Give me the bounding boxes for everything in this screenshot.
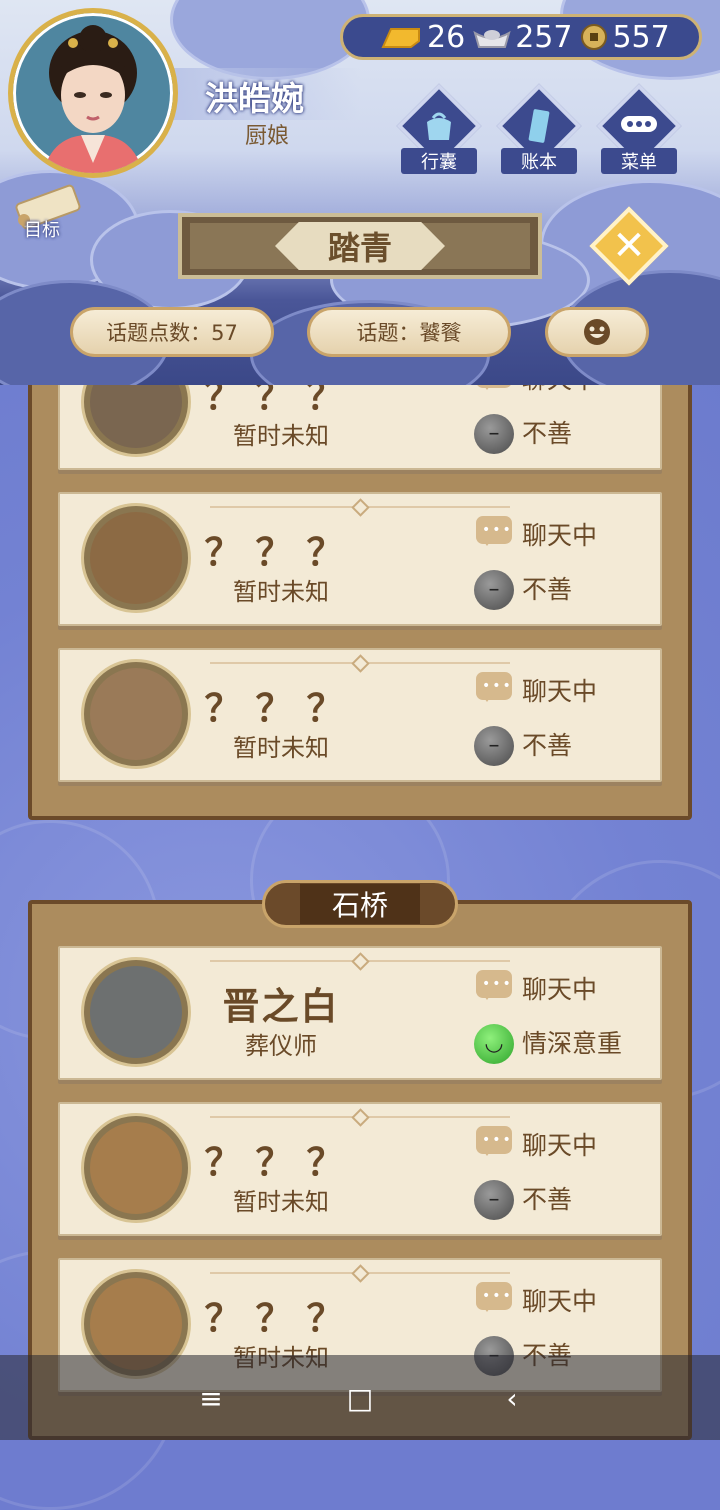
coin-currency: 557 <box>580 19 670 55</box>
ledger-button[interactable]: 账本 <box>496 83 582 174</box>
mood-neutral-icon: – <box>474 726 514 766</box>
mood-happy-icon: ◡ <box>474 1024 514 1064</box>
ledger-label: 账本 <box>501 148 577 174</box>
npc-status: 聊天中 <box>522 677 598 706</box>
silver-ingot-icon <box>473 30 511 48</box>
emote-button[interactable] <box>545 307 649 357</box>
chat-bubble-icon: ••• <box>476 516 512 546</box>
chat-bubble-icon: ••• <box>476 672 512 702</box>
copper-coin-icon <box>581 24 608 50</box>
menu-label: 菜单 <box>601 148 677 174</box>
npc-card[interactable]: ？？？ 暂时未知 ••• 聊天中 – 不善 <box>58 1102 662 1236</box>
silver-currency: 257 <box>473 20 572 55</box>
close-icon: ✕ <box>612 223 646 269</box>
topic-points-pill: 话题点数：57 <box>70 307 274 357</box>
system-home-button[interactable]: □ <box>340 1380 380 1416</box>
menu-dots-icon <box>621 116 657 132</box>
npc-role: 暂时未知 <box>233 734 329 762</box>
npc-name: ？？？ <box>204 1297 358 1340</box>
npc-name: ？？？ <box>204 1141 358 1184</box>
chat-bubble-icon: ••• <box>476 385 512 390</box>
banner-inner: 踏青 <box>190 222 530 270</box>
event-banner: 踏青 <box>178 213 542 279</box>
npc-relation: 情深意重 <box>522 1029 623 1058</box>
npc-role: 暂时未知 <box>233 578 329 606</box>
banner-plate: 踏青 <box>275 222 445 270</box>
npc-name: 晋之白 <box>222 985 340 1028</box>
ledger-icon <box>528 109 550 143</box>
mood-neutral-icon: – <box>474 414 514 454</box>
bag-icon <box>427 112 451 140</box>
npc-card[interactable]: ？？？ 暂时未知 ••• 聊天中 – 不善 <box>58 648 662 782</box>
chat-bubble-icon: ••• <box>476 970 512 1000</box>
gold-bar-icon <box>381 28 420 48</box>
npc-role: 暂时未知 <box>233 422 329 450</box>
card-divider <box>210 960 510 962</box>
npc-relation: 不善 <box>522 1185 573 1214</box>
mood-neutral-icon: – <box>474 570 514 610</box>
goal-label: 目标 <box>24 220 60 241</box>
topic-selector-button[interactable]: 话题：饕餮 <box>307 307 511 357</box>
player-portrait-icon <box>43 25 143 173</box>
menu-button[interactable]: 菜单 <box>596 83 682 174</box>
npc-status: 聊天中 <box>522 521 598 550</box>
card-divider <box>210 506 510 508</box>
coin-amount: 557 <box>612 19 670 55</box>
location-name: 石桥 <box>300 884 420 924</box>
mood-neutral-icon: – <box>474 1180 514 1220</box>
location-label: 石桥 <box>262 880 458 928</box>
system-back-button[interactable]: ‹ <box>492 1380 532 1416</box>
npc-name: ？？？ <box>204 531 358 574</box>
card-divider <box>210 1272 510 1274</box>
npc-role: 暂时未知 <box>233 1188 329 1216</box>
bag-button[interactable]: 行囊 <box>396 83 482 174</box>
smiley-icon <box>584 319 610 345</box>
npc-status: 聊天中 <box>522 385 597 396</box>
player-name: 洪皓婉 <box>205 79 304 118</box>
npc-name: ？？？ <box>204 385 358 418</box>
player-avatar[interactable] <box>8 8 178 178</box>
npc-status: 聊天中 <box>522 1287 598 1316</box>
silver-amount: 257 <box>515 19 573 55</box>
npc-status: 聊天中 <box>522 1131 598 1160</box>
player-title: 厨娘 <box>245 124 290 149</box>
npc-status: 聊天中 <box>522 975 598 1004</box>
chat-bubble-icon: ••• <box>476 1126 512 1156</box>
bag-label: 行囊 <box>401 148 477 174</box>
gold-currency: 26 <box>379 20 465 55</box>
header: 洪皓婉 厨娘 目标 26 257 557 行囊 账本 菜单 踏青 ✕ 话题点数：… <box>0 0 720 385</box>
npc-card[interactable]: 晋之白 葬仪师 ••• 聊天中 ◡ 情深意重 <box>58 946 662 1080</box>
npc-relation: 不善 <box>522 419 573 448</box>
system-menu-button[interactable]: ≡ <box>191 1380 231 1416</box>
card-divider <box>210 1116 510 1118</box>
currency-bar: 26 257 557 <box>340 14 702 60</box>
card-divider <box>210 662 510 664</box>
npc-role: 葬仪师 <box>245 1032 317 1060</box>
npc-relation: 不善 <box>522 575 573 604</box>
npc-relation: 不善 <box>522 731 573 760</box>
banner-title: 踏青 <box>327 229 392 267</box>
npc-name: ？？？ <box>204 687 358 730</box>
npc-card[interactable]: ？？？ 暂时未知 ••• 聊天中 – 不善 <box>58 492 662 626</box>
npc-card[interactable]: ？？？ 暂时未知 ••• 聊天中 – 不善 <box>58 385 662 470</box>
gold-amount: 26 <box>427 19 466 55</box>
chat-bubble-icon: ••• <box>476 1282 512 1312</box>
